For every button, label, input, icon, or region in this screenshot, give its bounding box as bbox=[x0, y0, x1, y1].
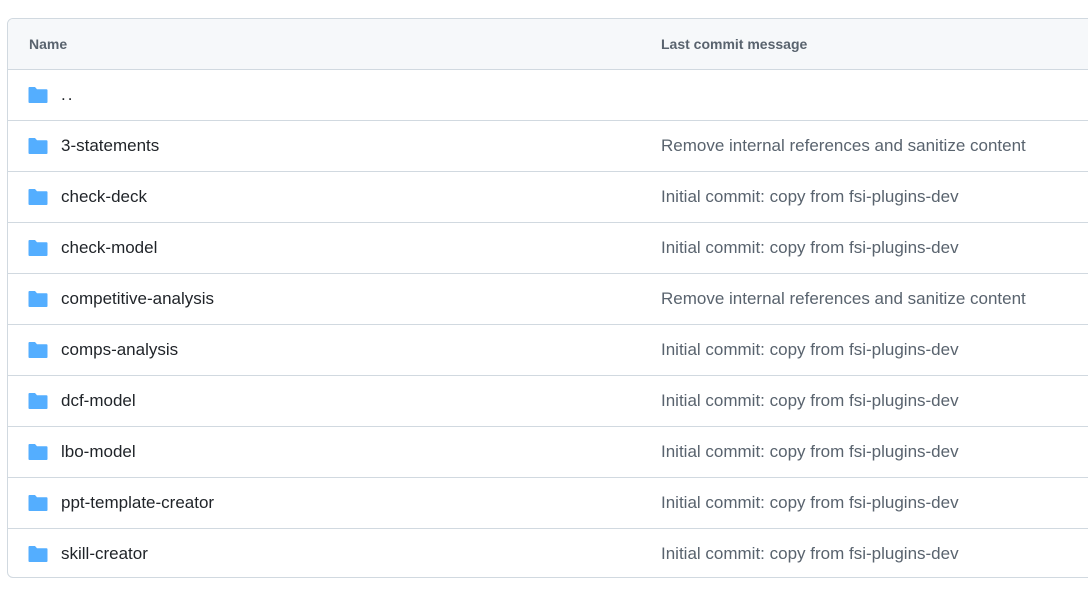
folder-name-link[interactable]: check-deck bbox=[61, 172, 147, 222]
folder-name-link[interactable]: lbo-model bbox=[61, 427, 136, 477]
table-row[interactable]: skill-creator Initial commit: copy from … bbox=[8, 529, 1088, 577]
commit-message-link[interactable]: Initial commit: copy from fsi-plugins-de… bbox=[661, 376, 959, 426]
table-row[interactable]: competitive-analysis Remove internal ref… bbox=[8, 274, 1088, 325]
commit-message-link[interactable]: Initial commit: copy from fsi-plugins-de… bbox=[661, 325, 959, 375]
folder-icon bbox=[28, 137, 48, 155]
table-header: Name Last commit message bbox=[8, 19, 1088, 70]
table-row[interactable]: comps-analysis Initial commit: copy from… bbox=[8, 325, 1088, 376]
folder-icon bbox=[28, 290, 48, 308]
commit-message-link[interactable]: Initial commit: copy from fsi-plugins-de… bbox=[661, 478, 959, 528]
column-header-name: Name bbox=[29, 36, 68, 52]
folder-name-link[interactable]: check-model bbox=[61, 223, 157, 273]
column-header-last-commit-message: Last commit message bbox=[661, 36, 808, 52]
table-row[interactable]: dcf-model Initial commit: copy from fsi-… bbox=[8, 376, 1088, 427]
table-row[interactable]: check-deck Initial commit: copy from fsi… bbox=[8, 172, 1088, 223]
folder-name-link[interactable]: comps-analysis bbox=[61, 325, 178, 375]
folder-icon bbox=[28, 341, 48, 359]
table-row[interactable]: check-model Initial commit: copy from fs… bbox=[8, 223, 1088, 274]
folder-icon bbox=[28, 239, 48, 257]
folder-name-link[interactable]: 3-statements bbox=[61, 121, 159, 171]
folder-icon bbox=[28, 86, 48, 104]
table-row[interactable]: ppt-template-creator Initial commit: cop… bbox=[8, 478, 1088, 529]
commit-message-link[interactable]: Initial commit: copy from fsi-plugins-de… bbox=[661, 427, 959, 477]
commit-message-link[interactable]: Initial commit: copy from fsi-plugins-de… bbox=[661, 223, 959, 273]
parent-directory-row[interactable]: .. bbox=[8, 70, 1088, 121]
commit-message-link[interactable]: Initial commit: copy from fsi-plugins-de… bbox=[661, 529, 959, 577]
folder-icon bbox=[28, 392, 48, 410]
folder-name-link[interactable]: skill-creator bbox=[61, 529, 148, 577]
commit-message-link[interactable]: Initial commit: copy from fsi-plugins-de… bbox=[661, 172, 959, 222]
file-table: Name Last commit message .. 3-statements… bbox=[7, 18, 1088, 578]
folder-name-link[interactable]: ppt-template-creator bbox=[61, 478, 214, 528]
folder-icon bbox=[28, 443, 48, 461]
folder-icon bbox=[28, 188, 48, 206]
parent-directory-link[interactable]: .. bbox=[61, 70, 74, 120]
folder-icon bbox=[28, 494, 48, 512]
commit-message-link[interactable]: Remove internal references and sanitize … bbox=[661, 121, 1026, 171]
table-row[interactable]: 3-statements Remove internal references … bbox=[8, 121, 1088, 172]
commit-message-link[interactable]: Remove internal references and sanitize … bbox=[661, 274, 1026, 324]
folder-name-link[interactable]: dcf-model bbox=[61, 376, 136, 426]
folder-icon bbox=[28, 545, 48, 563]
folder-name-link[interactable]: competitive-analysis bbox=[61, 274, 214, 324]
table-row[interactable]: lbo-model Initial commit: copy from fsi-… bbox=[8, 427, 1088, 478]
